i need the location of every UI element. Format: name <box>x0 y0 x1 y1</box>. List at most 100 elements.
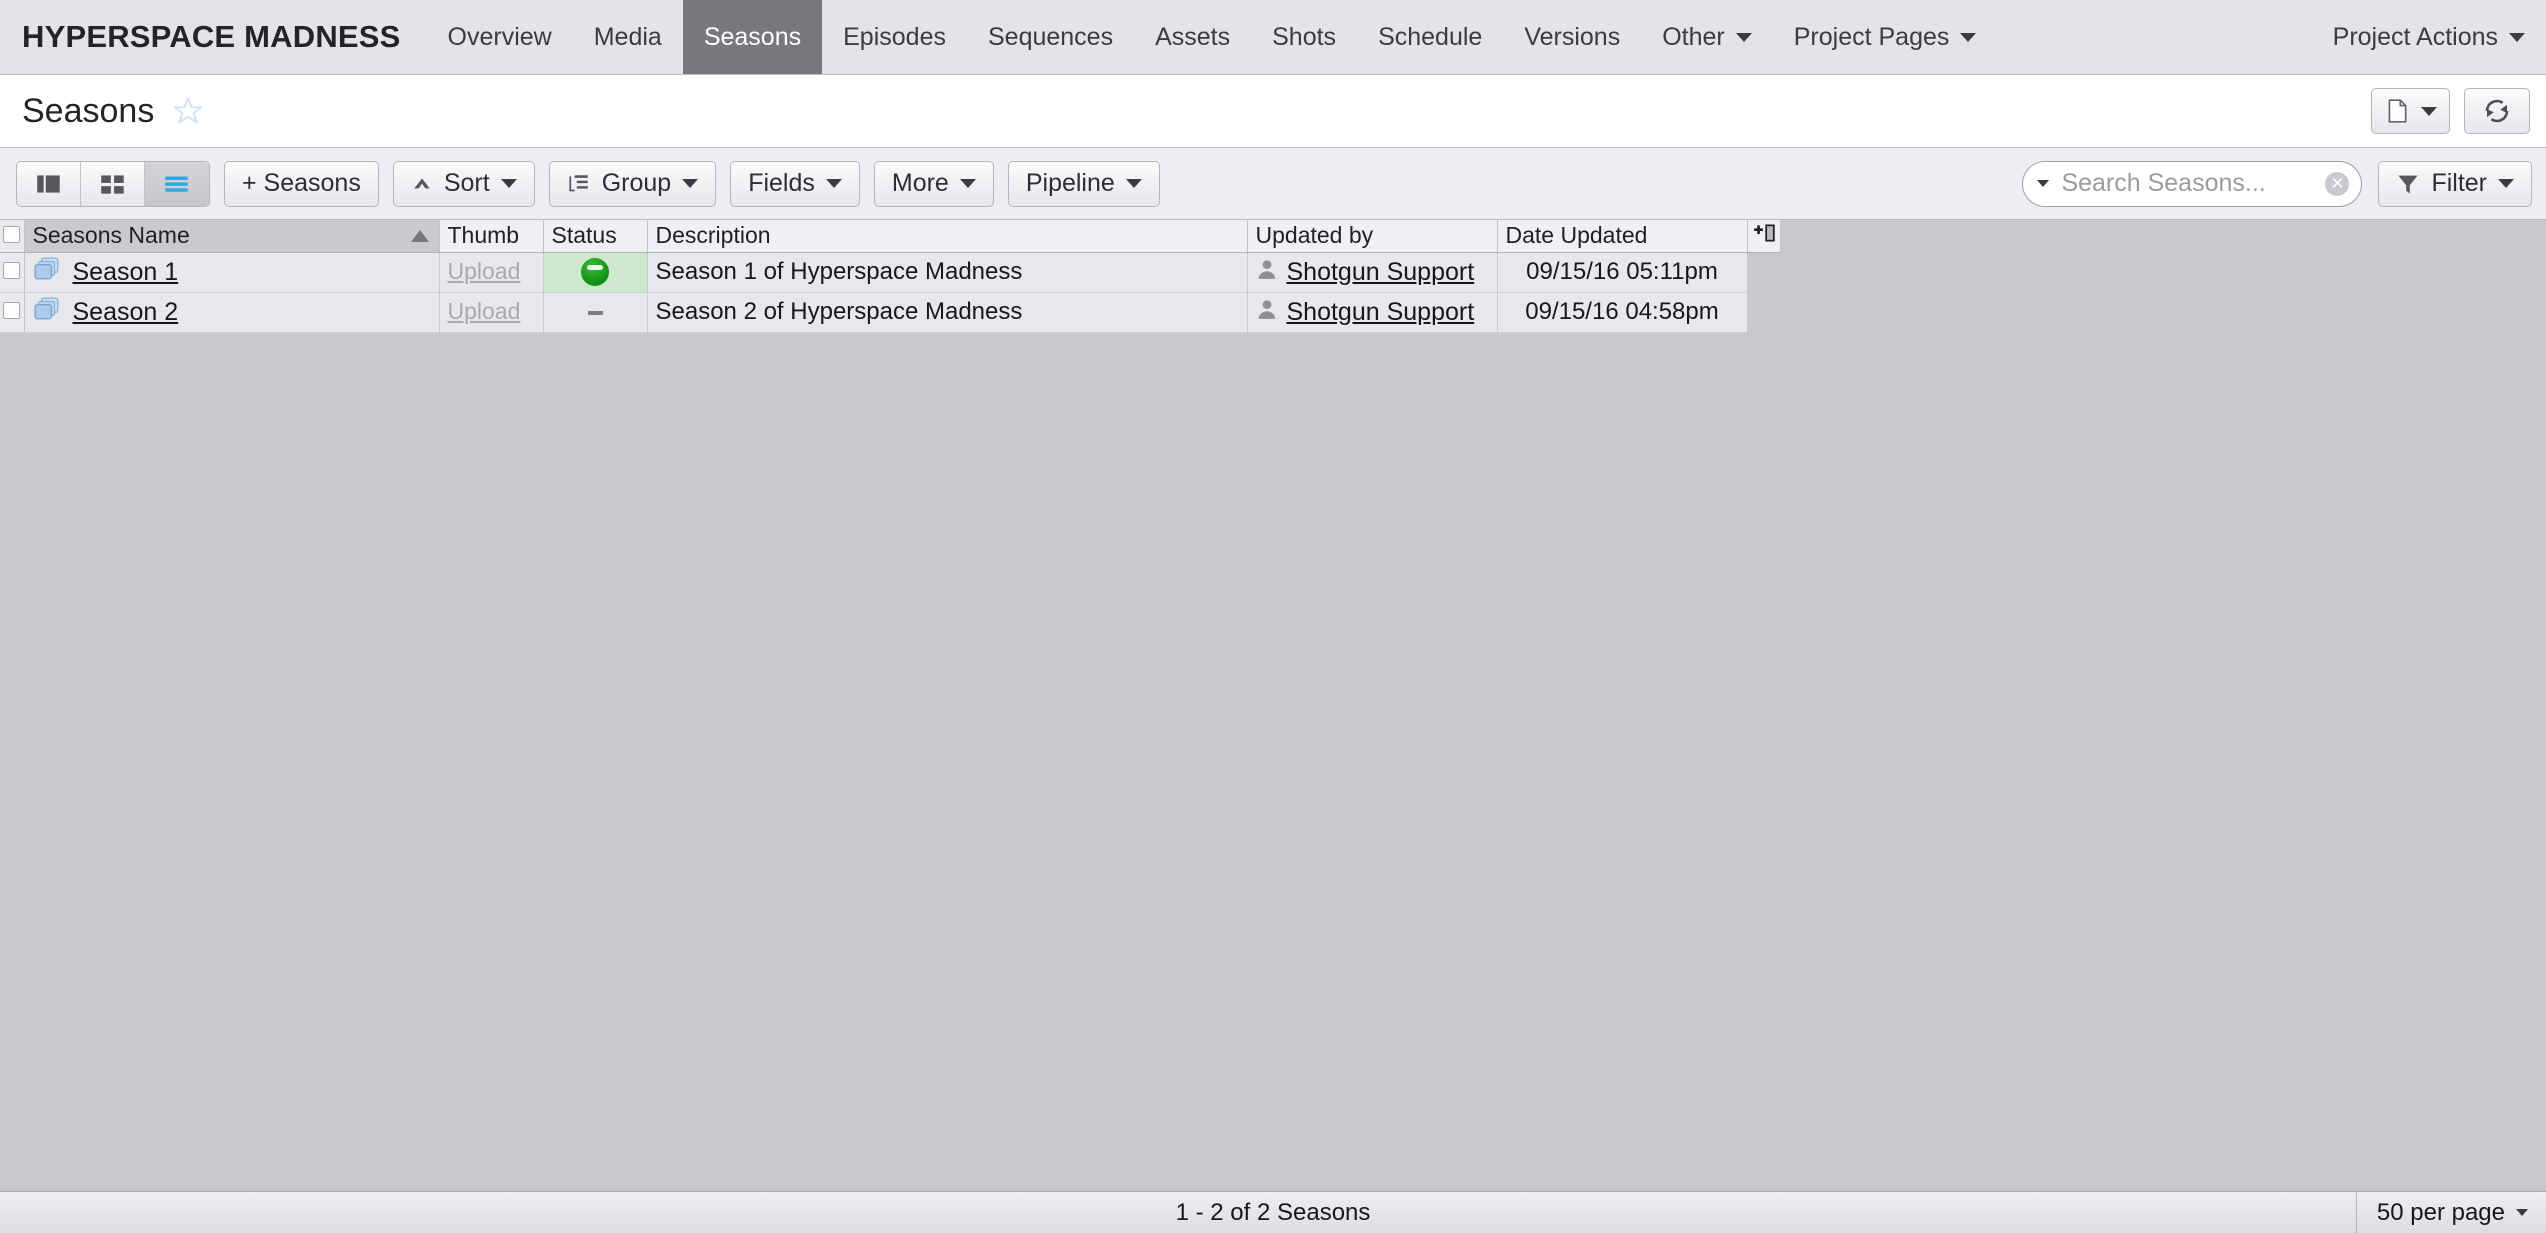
column-header-name[interactable]: Seasons Name <box>24 220 440 253</box>
cell-description[interactable]: Season 2 of Hyperspace Madness <box>647 292 1248 333</box>
clear-x-icon[interactable]: ✕ <box>2325 171 2350 196</box>
description-text: Season 2 of Hyperspace Madness <box>655 298 1023 325</box>
nav-item-overview[interactable]: Overview <box>427 0 573 74</box>
cell-updated-by[interactable]: Shotgun Support <box>1247 252 1498 293</box>
star-outline-icon[interactable] <box>173 96 203 126</box>
nav-item-label: Project Actions <box>2332 22 2498 51</box>
season-stack-icon <box>33 256 61 289</box>
season-link[interactable]: Season 1 <box>73 258 179 287</box>
cell-date-updated[interactable]: 09/15/16 05:11pm <box>1497 252 1748 293</box>
cell-name[interactable]: Season 2 <box>24 292 440 333</box>
more-button[interactable]: More <box>873 160 994 207</box>
funnel-icon <box>2398 175 2419 194</box>
column-header-updated_by[interactable]: Updated by <box>1247 220 1498 253</box>
nav-item-other[interactable]: Other <box>1641 0 1773 74</box>
seasons-table: Seasons Name Thumb Status Description Update… <box>0 220 1781 333</box>
select-all-header[interactable] <box>0 220 25 253</box>
nav-item-label: Other <box>1662 22 1725 51</box>
sort-button[interactable]: Sort <box>392 160 535 207</box>
nav-item-project-actions[interactable]: Project Actions <box>2312 0 2546 74</box>
search-input[interactable] <box>2059 168 2316 199</box>
cell-date-updated[interactable]: 09/15/16 04:58pm <box>1497 292 1748 333</box>
add-column-header[interactable] <box>1747 220 1781 253</box>
chevron-down-icon <box>1125 179 1142 188</box>
row-checkbox[interactable] <box>3 262 21 279</box>
nav-item-versions[interactable]: Versions <box>1503 0 1641 74</box>
nav-right-group: Project Actions <box>2312 0 2546 74</box>
description-text: Season 1 of Hyperspace Madness <box>655 258 1023 285</box>
season-stack-icon <box>33 257 58 279</box>
chevron-down-icon <box>500 179 517 188</box>
cell-updated-by[interactable]: Shotgun Support <box>1247 292 1498 333</box>
table-row[interactable]: Season 1 Upload Season 1 of Hyperspace Mad… <box>0 252 1780 293</box>
column-header-description[interactable]: Description <box>647 220 1248 253</box>
search-box[interactable]: ✕ <box>2022 160 2363 207</box>
column-view-button[interactable] <box>17 161 81 206</box>
row-select-cell[interactable] <box>0 252 25 293</box>
select-all-checkbox[interactable] <box>3 226 21 244</box>
column-header-label: Description <box>655 222 771 249</box>
nav-item-media[interactable]: Media <box>573 0 683 74</box>
user-link[interactable]: Shotgun Support <box>1287 258 1475 287</box>
filter-label: Filter <box>2431 169 2487 197</box>
cell-description[interactable]: Season 1 of Hyperspace Madness <box>647 252 1248 293</box>
column-header-status[interactable]: Status <box>543 220 648 253</box>
nav-item-label: Project Pages <box>1793 22 1950 51</box>
user-link[interactable]: Shotgun Support <box>1287 298 1475 327</box>
chevron-down-icon[interactable] <box>2037 180 2050 187</box>
cell-status[interactable] <box>543 292 648 333</box>
fields-button[interactable]: Fields <box>730 160 860 207</box>
grid-view-button[interactable] <box>81 161 145 206</box>
row-select-cell[interactable] <box>0 292 25 333</box>
column-header-thumb[interactable]: Thumb <box>439 220 544 253</box>
page-title: Seasons <box>22 91 155 130</box>
group-button[interactable]: Group <box>548 160 717 207</box>
refresh-icon <box>2485 99 2509 123</box>
nav-item-seasons[interactable]: Seasons <box>682 0 823 74</box>
pipeline-button[interactable]: Pipeline <box>1007 160 1160 207</box>
person-icon <box>1256 298 1278 327</box>
column-header-label: Date Updated <box>1505 222 1648 249</box>
row-checkbox[interactable] <box>3 302 21 319</box>
upload-thumbnail-link[interactable]: Upload <box>448 258 521 284</box>
refresh-button[interactable] <box>2464 88 2530 134</box>
per-page-selector[interactable]: 50 per page <box>2355 1192 2546 1233</box>
chevron-down-icon <box>1735 32 1752 42</box>
nav-item-episodes[interactable]: Episodes <box>822 0 967 74</box>
seasons-grid: Seasons Name Thumb Status Description Update… <box>0 220 2546 333</box>
page-options-button[interactable] <box>2371 88 2450 134</box>
nav-item-project-pages[interactable]: Project Pages <box>1773 0 1998 74</box>
filter-button[interactable]: Filter <box>2378 160 2532 207</box>
title-bar-actions <box>2371 88 2530 134</box>
nav-item-assets[interactable]: Assets <box>1134 0 1251 74</box>
season-link[interactable]: Season 2 <box>73 298 179 327</box>
toolbar: + Seasons Sort Group Fields More Pipelin… <box>0 148 2546 220</box>
nav-item-label: Media <box>593 22 662 51</box>
cell-row-end-spacer <box>1747 292 1780 332</box>
cell-thumbnail[interactable]: Upload <box>439 252 544 293</box>
group-list-icon <box>569 174 588 191</box>
pipeline-label: Pipeline <box>1025 169 1115 197</box>
cell-status[interactable] <box>543 252 648 293</box>
upload-thumbnail-link[interactable]: Upload <box>448 298 521 324</box>
nav-item-sequences[interactable]: Sequences <box>967 0 1134 74</box>
column-header-date_updated[interactable]: Date Updated <box>1497 220 1748 253</box>
chevron-down-icon <box>1960 32 1977 42</box>
person-icon <box>1258 299 1275 319</box>
nav-item-label: Shots <box>1272 22 1337 51</box>
project-brand-title: HYPERSPACE MADNESS <box>22 19 401 54</box>
chevron-down-icon <box>2421 106 2437 116</box>
nav-item-shots[interactable]: Shots <box>1251 0 1357 74</box>
person-icon <box>1256 258 1278 287</box>
green-status-icon <box>581 258 609 287</box>
nav-item-label: Assets <box>1155 22 1231 51</box>
list-view-button[interactable] <box>145 161 209 206</box>
chevron-down-icon <box>2509 32 2525 42</box>
cell-name[interactable]: Season 1 <box>24 252 440 293</box>
nav-item-schedule[interactable]: Schedule <box>1357 0 1503 74</box>
cell-thumbnail[interactable]: Upload <box>439 292 544 333</box>
chevron-down-icon <box>825 179 842 188</box>
add-seasons-button[interactable]: + Seasons <box>224 160 379 207</box>
person-icon <box>1258 259 1275 279</box>
table-row[interactable]: Season 2 Upload Season 2 of Hyperspace Mad… <box>0 292 1780 333</box>
